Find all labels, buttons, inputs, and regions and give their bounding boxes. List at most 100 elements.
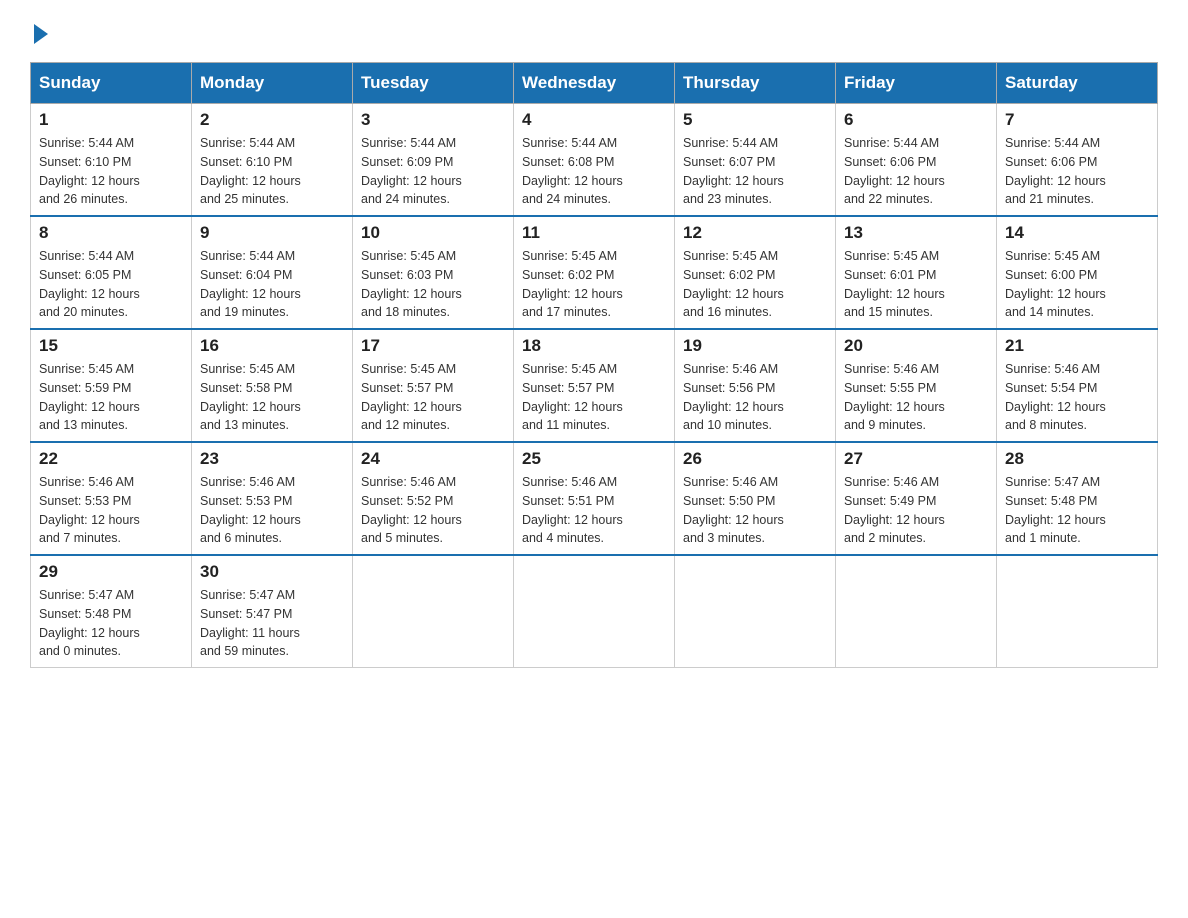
- day-info: Sunrise: 5:46 AMSunset: 5:54 PMDaylight:…: [1005, 360, 1149, 435]
- day-info: Sunrise: 5:44 AMSunset: 6:05 PMDaylight:…: [39, 247, 183, 322]
- day-info: Sunrise: 5:45 AMSunset: 5:57 PMDaylight:…: [361, 360, 505, 435]
- calendar-week-row: 15 Sunrise: 5:45 AMSunset: 5:59 PMDayligh…: [31, 329, 1158, 442]
- day-number: 30: [200, 562, 344, 582]
- day-info: Sunrise: 5:45 AMSunset: 6:02 PMDaylight:…: [522, 247, 666, 322]
- day-info: Sunrise: 5:45 AMSunset: 6:01 PMDaylight:…: [844, 247, 988, 322]
- day-info: Sunrise: 5:45 AMSunset: 5:58 PMDaylight:…: [200, 360, 344, 435]
- day-number: 19: [683, 336, 827, 356]
- day-info: Sunrise: 5:46 AMSunset: 5:53 PMDaylight:…: [39, 473, 183, 548]
- page-header: [30, 20, 1158, 44]
- calendar-cell: 9 Sunrise: 5:44 AMSunset: 6:04 PMDaylight…: [192, 216, 353, 329]
- calendar-cell: 2 Sunrise: 5:44 AMSunset: 6:10 PMDaylight…: [192, 104, 353, 217]
- day-number: 24: [361, 449, 505, 469]
- weekday-header-sunday: Sunday: [31, 63, 192, 104]
- day-number: 25: [522, 449, 666, 469]
- calendar-cell: 30 Sunrise: 5:47 AMSunset: 5:47 PMDayligh…: [192, 555, 353, 668]
- calendar-cell: 28 Sunrise: 5:47 AMSunset: 5:48 PMDayligh…: [997, 442, 1158, 555]
- weekday-header-thursday: Thursday: [675, 63, 836, 104]
- logo: [30, 20, 48, 44]
- day-number: 23: [200, 449, 344, 469]
- day-number: 11: [522, 223, 666, 243]
- day-number: 6: [844, 110, 988, 130]
- calendar-cell: 7 Sunrise: 5:44 AMSunset: 6:06 PMDaylight…: [997, 104, 1158, 217]
- calendar-cell: [836, 555, 997, 668]
- day-info: Sunrise: 5:46 AMSunset: 5:51 PMDaylight:…: [522, 473, 666, 548]
- day-number: 14: [1005, 223, 1149, 243]
- day-number: 21: [1005, 336, 1149, 356]
- calendar-cell: 26 Sunrise: 5:46 AMSunset: 5:50 PMDayligh…: [675, 442, 836, 555]
- day-info: Sunrise: 5:46 AMSunset: 5:52 PMDaylight:…: [361, 473, 505, 548]
- calendar-week-row: 29 Sunrise: 5:47 AMSunset: 5:48 PMDayligh…: [31, 555, 1158, 668]
- calendar-cell: 16 Sunrise: 5:45 AMSunset: 5:58 PMDayligh…: [192, 329, 353, 442]
- day-number: 3: [361, 110, 505, 130]
- day-number: 26: [683, 449, 827, 469]
- calendar-cell: 12 Sunrise: 5:45 AMSunset: 6:02 PMDayligh…: [675, 216, 836, 329]
- calendar-cell: 21 Sunrise: 5:46 AMSunset: 5:54 PMDayligh…: [997, 329, 1158, 442]
- calendar-cell: 23 Sunrise: 5:46 AMSunset: 5:53 PMDayligh…: [192, 442, 353, 555]
- day-info: Sunrise: 5:44 AMSunset: 6:04 PMDaylight:…: [200, 247, 344, 322]
- day-number: 2: [200, 110, 344, 130]
- calendar-cell: 1 Sunrise: 5:44 AMSunset: 6:10 PMDaylight…: [31, 104, 192, 217]
- day-number: 17: [361, 336, 505, 356]
- day-number: 10: [361, 223, 505, 243]
- calendar-cell: 6 Sunrise: 5:44 AMSunset: 6:06 PMDaylight…: [836, 104, 997, 217]
- calendar-cell: 4 Sunrise: 5:44 AMSunset: 6:08 PMDaylight…: [514, 104, 675, 217]
- day-number: 12: [683, 223, 827, 243]
- day-info: Sunrise: 5:45 AMSunset: 5:57 PMDaylight:…: [522, 360, 666, 435]
- calendar-cell: 14 Sunrise: 5:45 AMSunset: 6:00 PMDayligh…: [997, 216, 1158, 329]
- calendar-cell: 29 Sunrise: 5:47 AMSunset: 5:48 PMDayligh…: [31, 555, 192, 668]
- day-info: Sunrise: 5:44 AMSunset: 6:10 PMDaylight:…: [200, 134, 344, 209]
- day-info: Sunrise: 5:46 AMSunset: 5:50 PMDaylight:…: [683, 473, 827, 548]
- day-info: Sunrise: 5:44 AMSunset: 6:06 PMDaylight:…: [1005, 134, 1149, 209]
- weekday-header-friday: Friday: [836, 63, 997, 104]
- calendar-cell: 24 Sunrise: 5:46 AMSunset: 5:52 PMDayligh…: [353, 442, 514, 555]
- calendar-cell: 27Sunrise: 5:46 AMSunset: 5:49 PMDayligh…: [836, 442, 997, 555]
- day-number: 9: [200, 223, 344, 243]
- day-info: Sunrise: 5:44 AMSunset: 6:08 PMDaylight:…: [522, 134, 666, 209]
- calendar-cell: [353, 555, 514, 668]
- calendar-cell: 17 Sunrise: 5:45 AMSunset: 5:57 PMDayligh…: [353, 329, 514, 442]
- day-info: Sunrise: 5:46 AMSunset: 5:53 PMDaylight:…: [200, 473, 344, 548]
- day-info: Sunrise: 5:45 AMSunset: 6:02 PMDaylight:…: [683, 247, 827, 322]
- day-info: Sunrise: 5:47 AMSunset: 5:48 PMDaylight:…: [1005, 473, 1149, 548]
- calendar-cell: 3 Sunrise: 5:44 AMSunset: 6:09 PMDaylight…: [353, 104, 514, 217]
- day-number: 1: [39, 110, 183, 130]
- calendar-cell: 18Sunrise: 5:45 AMSunset: 5:57 PMDayligh…: [514, 329, 675, 442]
- day-info: Sunrise: 5:46 AMSunset: 5:56 PMDaylight:…: [683, 360, 827, 435]
- day-info: Sunrise: 5:46 AMSunset: 5:49 PMDaylight:…: [844, 473, 988, 548]
- calendar-cell: 20 Sunrise: 5:46 AMSunset: 5:55 PMDayligh…: [836, 329, 997, 442]
- weekday-header-tuesday: Tuesday: [353, 63, 514, 104]
- day-info: Sunrise: 5:47 AMSunset: 5:47 PMDaylight:…: [200, 586, 344, 661]
- calendar-cell: 22 Sunrise: 5:46 AMSunset: 5:53 PMDayligh…: [31, 442, 192, 555]
- calendar-cell: 15 Sunrise: 5:45 AMSunset: 5:59 PMDayligh…: [31, 329, 192, 442]
- day-number: 29: [39, 562, 183, 582]
- day-info: Sunrise: 5:45 AMSunset: 5:59 PMDaylight:…: [39, 360, 183, 435]
- day-info: Sunrise: 5:44 AMSunset: 6:10 PMDaylight:…: [39, 134, 183, 209]
- day-number: 15: [39, 336, 183, 356]
- day-number: 8: [39, 223, 183, 243]
- day-number: 16: [200, 336, 344, 356]
- day-info: Sunrise: 5:44 AMSunset: 6:09 PMDaylight:…: [361, 134, 505, 209]
- day-info: Sunrise: 5:47 AMSunset: 5:48 PMDaylight:…: [39, 586, 183, 661]
- day-info: Sunrise: 5:45 AMSunset: 6:00 PMDaylight:…: [1005, 247, 1149, 322]
- day-number: 20: [844, 336, 988, 356]
- day-number: 4: [522, 110, 666, 130]
- weekday-header-saturday: Saturday: [997, 63, 1158, 104]
- calendar-cell: 8 Sunrise: 5:44 AMSunset: 6:05 PMDaylight…: [31, 216, 192, 329]
- day-info: Sunrise: 5:45 AMSunset: 6:03 PMDaylight:…: [361, 247, 505, 322]
- day-info: Sunrise: 5:44 AMSunset: 6:06 PMDaylight:…: [844, 134, 988, 209]
- day-number: 28: [1005, 449, 1149, 469]
- calendar-cell: 19 Sunrise: 5:46 AMSunset: 5:56 PMDayligh…: [675, 329, 836, 442]
- calendar-week-row: 22 Sunrise: 5:46 AMSunset: 5:53 PMDayligh…: [31, 442, 1158, 555]
- calendar-cell: 11 Sunrise: 5:45 AMSunset: 6:02 PMDayligh…: [514, 216, 675, 329]
- day-number: 7: [1005, 110, 1149, 130]
- calendar-table: SundayMondayTuesdayWednesdayThursdayFrid…: [30, 62, 1158, 668]
- day-info: Sunrise: 5:46 AMSunset: 5:55 PMDaylight:…: [844, 360, 988, 435]
- calendar-cell: [675, 555, 836, 668]
- calendar-cell: [997, 555, 1158, 668]
- calendar-cell: [514, 555, 675, 668]
- day-number: 22: [39, 449, 183, 469]
- logo-arrow-icon: [34, 24, 48, 44]
- calendar-week-row: 8 Sunrise: 5:44 AMSunset: 6:05 PMDaylight…: [31, 216, 1158, 329]
- weekday-header-row: SundayMondayTuesdayWednesdayThursdayFrid…: [31, 63, 1158, 104]
